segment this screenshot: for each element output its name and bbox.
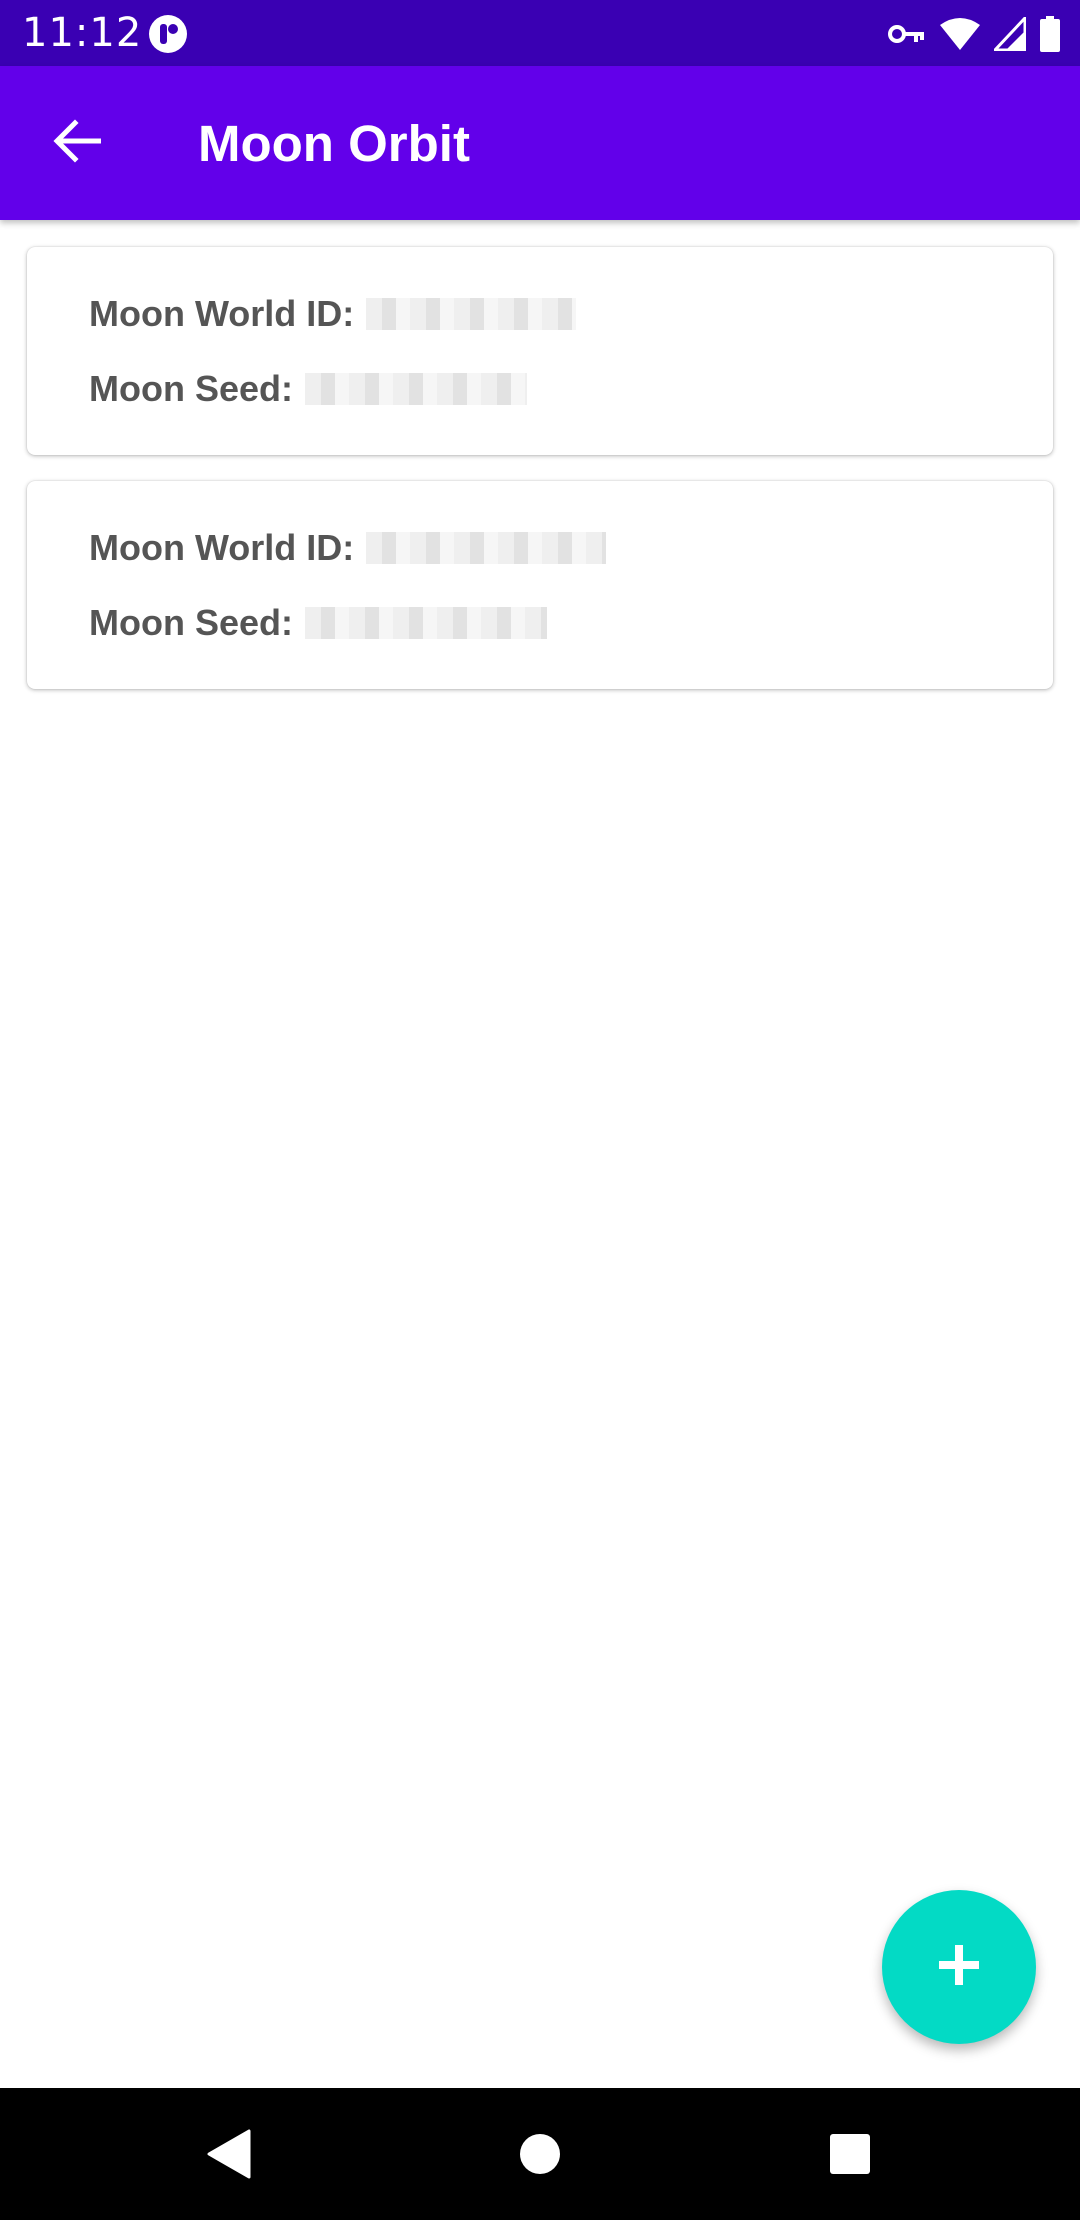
seed-row: Moon Seed: [89, 365, 527, 413]
nav-home-icon [519, 2133, 561, 2180]
vpn-key-icon [888, 23, 926, 45]
world-id-value [366, 298, 577, 330]
app-notification-icon [148, 14, 188, 54]
world-id-label: Moon World ID: [89, 293, 355, 334]
page-title: Moon Orbit [198, 115, 470, 172]
seed-label: Moon Seed: [89, 368, 293, 409]
status-time: 11:12 [22, 10, 143, 56]
plus-icon [939, 1944, 979, 1990]
nav-back-icon [205, 2129, 251, 2184]
status-icons [888, 12, 1060, 56]
nav-recents-icon [829, 2133, 871, 2180]
screen: 11:12 Moon Orbit Moon World ID: Moon See… [0, 0, 1080, 2220]
seed-value [305, 607, 547, 639]
moon-card[interactable]: Moon World ID: Moon Seed: [27, 481, 1053, 689]
nav-back-button[interactable] [196, 2124, 260, 2188]
seed-value [305, 373, 527, 405]
world-id-row: Moon World ID: [89, 524, 607, 572]
seed-label: Moon Seed: [89, 602, 293, 643]
world-id-label: Moon World ID: [89, 527, 355, 568]
back-button[interactable] [36, 107, 118, 179]
seed-row: Moon Seed: [89, 599, 547, 647]
arrow-back-icon [53, 118, 102, 168]
status-bar: 11:12 [0, 0, 1080, 66]
battery-icon [1040, 16, 1060, 52]
add-moon-button[interactable] [882, 1890, 1036, 2044]
system-nav-bar [0, 2088, 1080, 2220]
wifi-icon [940, 17, 980, 51]
world-id-row: Moon World ID: [89, 290, 577, 338]
moon-card[interactable]: Moon World ID: Moon Seed: [27, 247, 1053, 455]
nav-recents-button[interactable] [818, 2124, 882, 2188]
nav-home-button[interactable] [508, 2124, 572, 2188]
app-bar: Moon Orbit [0, 66, 1080, 220]
world-id-value [366, 532, 607, 564]
cell-signal-icon [994, 17, 1026, 51]
